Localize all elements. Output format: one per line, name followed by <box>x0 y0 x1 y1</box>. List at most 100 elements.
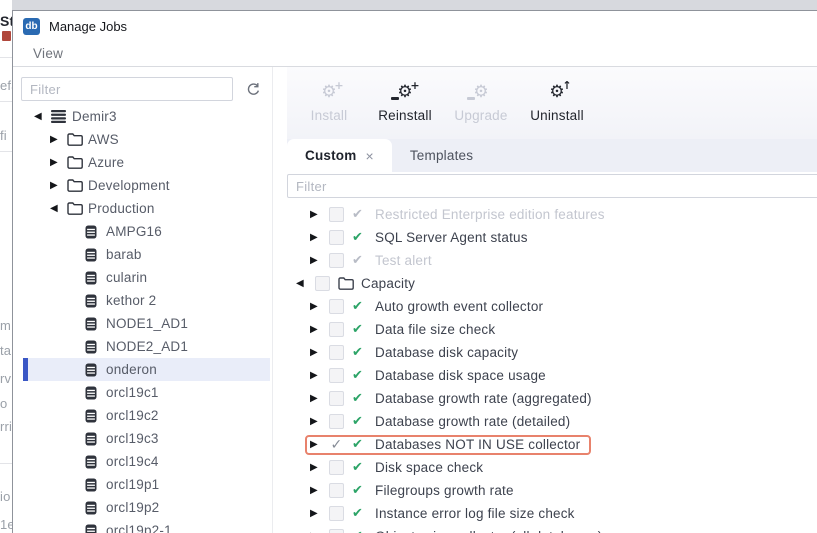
status-check-icon: ✔ <box>352 436 364 452</box>
expand-icon[interactable]: ▶ <box>310 255 326 266</box>
job-checkbox[interactable] <box>329 322 344 337</box>
job-label: Database growth rate (detailed) <box>375 414 571 429</box>
job-row-disk-space-check[interactable]: ▶ ✔ Disk space check <box>287 456 817 479</box>
expand-icon[interactable]: ▶ <box>310 209 326 220</box>
status-check-icon: ✔ <box>352 506 364 521</box>
server-tree-item-node1-ad1[interactable]: NODE1_AD1 <box>23 312 270 335</box>
reinstall-button[interactable]: ⚙ + Reinstall <box>367 74 443 132</box>
server-filter-input[interactable] <box>21 77 233 101</box>
job-row-databases-not-in-use-collector[interactable]: ▶ ✓ ✔ Databases NOT IN USE collector <box>287 433 817 456</box>
expand-icon[interactable]: ▶ <box>50 134 67 145</box>
server-tree-item-barab[interactable]: barab <box>23 243 270 266</box>
server-tree-item-orcl19p1[interactable]: orcl19p1 <box>23 473 270 496</box>
server-tree-item-orcl19p2[interactable]: orcl19p2 <box>23 496 270 519</box>
status-check-icon: ✔ <box>352 207 364 222</box>
job-label: Test alert <box>375 253 432 268</box>
server-tree-item-orcl19p2-1[interactable]: orcl19p2-1 <box>23 519 270 533</box>
refresh-icon[interactable] <box>244 80 262 98</box>
expand-icon[interactable]: ▶ <box>310 232 326 243</box>
tab-strip: Custom × Templates <box>287 139 817 172</box>
jobs-filter-input[interactable] <box>287 174 817 198</box>
expand-icon[interactable]: ▶ <box>310 508 326 519</box>
collapse-icon[interactable]: ◀ <box>34 111 51 122</box>
job-row-objects-size-collector-all-databases-[interactable]: ▶✔Objects size collector (all databases) <box>287 525 817 533</box>
server-tree-item-orcl19c4[interactable]: orcl19c4 <box>23 450 270 473</box>
job-checkbox[interactable] <box>329 253 344 268</box>
status-check-icon: ✔ <box>352 460 364 475</box>
expand-icon[interactable]: ▶ <box>50 180 67 191</box>
status-check-icon: ✔ <box>352 414 364 429</box>
expand-icon[interactable]: ▶ <box>310 370 326 381</box>
server-tree-item-development[interactable]: ▶ Development <box>23 174 270 197</box>
tab-templates[interactable]: Templates <box>392 139 491 172</box>
job-label: Capacity <box>361 276 416 291</box>
folder-icon <box>338 277 355 290</box>
server-tree-item-demir3[interactable]: ◀ Demir3 <box>23 105 270 128</box>
job-row-capacity[interactable]: ◀ Capacity <box>287 272 817 295</box>
server-tree-item-node2-ad1[interactable]: NODE2_AD1 <box>23 335 270 358</box>
server-tree-item-cularin[interactable]: cularin <box>23 266 270 289</box>
expand-icon[interactable]: ▶ <box>310 393 326 404</box>
job-label: Filegroups growth rate <box>375 483 514 498</box>
job-checkbox[interactable] <box>329 368 344 383</box>
database-icon <box>85 317 106 331</box>
server-tree-item-aws[interactable]: ▶ AWS <box>23 128 270 151</box>
folder-icon <box>67 156 88 169</box>
server-tree-item-kethor-2[interactable]: kethor 2 <box>23 289 270 312</box>
uninstall-button[interactable]: ⚙ ↑ Uninstall <box>519 74 595 132</box>
server-tree-item-orcl19c2[interactable]: orcl19c2 <box>23 404 270 427</box>
background-text-fragment: io <box>0 489 11 504</box>
job-checkbox[interactable] <box>329 506 344 521</box>
server-stack-icon <box>51 110 72 123</box>
job-label: Database growth rate (aggregated) <box>375 391 592 406</box>
expand-icon[interactable]: ▶ <box>310 416 326 427</box>
job-checkbox[interactable] <box>329 483 344 498</box>
job-checkbox[interactable]: ✓ <box>329 437 344 452</box>
expand-icon[interactable]: ▶ <box>310 485 326 496</box>
job-row-database-disk-space-usage[interactable]: ▶ ✔ Database disk space usage <box>287 364 817 387</box>
background-text-fragment: fi <box>0 128 7 143</box>
server-tree-label: barab <box>106 247 142 262</box>
server-tree-label: orcl19p2-1 <box>106 523 172 533</box>
job-checkbox[interactable] <box>329 391 344 406</box>
gear-arrow-up-icon: ⚙ ↑ <box>549 79 572 102</box>
close-tab-icon[interactable]: × <box>365 148 373 164</box>
job-row-database-growth-rate-detailed-[interactable]: ▶ ✔ Database growth rate (detailed) <box>287 410 817 433</box>
job-row-database-disk-capacity[interactable]: ▶ ✔ Database disk capacity <box>287 341 817 364</box>
job-checkbox[interactable] <box>329 230 344 245</box>
collapse-icon[interactable]: ◀ <box>296 278 312 289</box>
job-checkbox[interactable] <box>329 414 344 429</box>
database-icon <box>85 478 106 492</box>
job-checkbox[interactable] <box>315 276 330 291</box>
job-row-auto-growth-event-collector[interactable]: ▶ ✔ Auto growth event collector <box>287 295 817 318</box>
job-checkbox[interactable] <box>329 529 344 533</box>
job-row-filegroups-growth-rate[interactable]: ▶ ✔ Filegroups growth rate <box>287 479 817 502</box>
collapse-icon[interactable]: ◀ <box>50 203 67 214</box>
server-tree-item-orcl19c1[interactable]: orcl19c1 <box>23 381 270 404</box>
expand-icon[interactable]: ▶ <box>310 324 326 335</box>
expand-icon[interactable]: ▶ <box>50 157 67 168</box>
job-checkbox[interactable] <box>329 460 344 475</box>
server-tree-item-production[interactable]: ◀ Production <box>23 197 270 220</box>
expand-icon[interactable]: ▶ <box>310 439 326 450</box>
menu-view[interactable]: View <box>33 46 63 61</box>
job-row-sql-server-agent-status[interactable]: ▶ ✔ SQL Server Agent status <box>287 226 817 249</box>
expand-icon[interactable]: ▶ <box>310 347 326 358</box>
job-row-database-growth-rate-aggregated-[interactable]: ▶ ✔ Database growth rate (aggregated) <box>287 387 817 410</box>
expand-icon[interactable]: ▶ <box>310 301 326 312</box>
server-tree-item-ampg16[interactable]: AMPG16 <box>23 220 270 243</box>
job-checkbox[interactable] <box>329 299 344 314</box>
server-tree: ◀ Demir3 ▶ AWS ▶ Azure ▶ Development ◀ Production… <box>13 105 272 533</box>
server-tree-item-orcl19c3[interactable]: orcl19c3 <box>23 427 270 450</box>
job-row-data-file-size-check[interactable]: ▶ ✔ Data file size check <box>287 318 817 341</box>
tab-custom[interactable]: Custom × <box>287 139 392 172</box>
expand-icon[interactable]: ▶ <box>310 462 326 473</box>
job-row-test-alert[interactable]: ▶ ✔ Test alert <box>287 249 817 272</box>
server-tree-item-azure[interactable]: ▶ Azure <box>23 151 270 174</box>
job-row-instance-error-log-file-size-check[interactable]: ▶ ✔ Instance error log file size check <box>287 502 817 525</box>
job-row-restricted-enterprise-edition-features[interactable]: ▶ ✔ Restricted Enterprise edition features <box>287 203 817 226</box>
server-tree-item-onderon[interactable]: onderon <box>23 358 270 381</box>
server-tree-label: Demir3 <box>72 109 117 124</box>
job-checkbox[interactable] <box>329 207 344 222</box>
job-checkbox[interactable] <box>329 345 344 360</box>
